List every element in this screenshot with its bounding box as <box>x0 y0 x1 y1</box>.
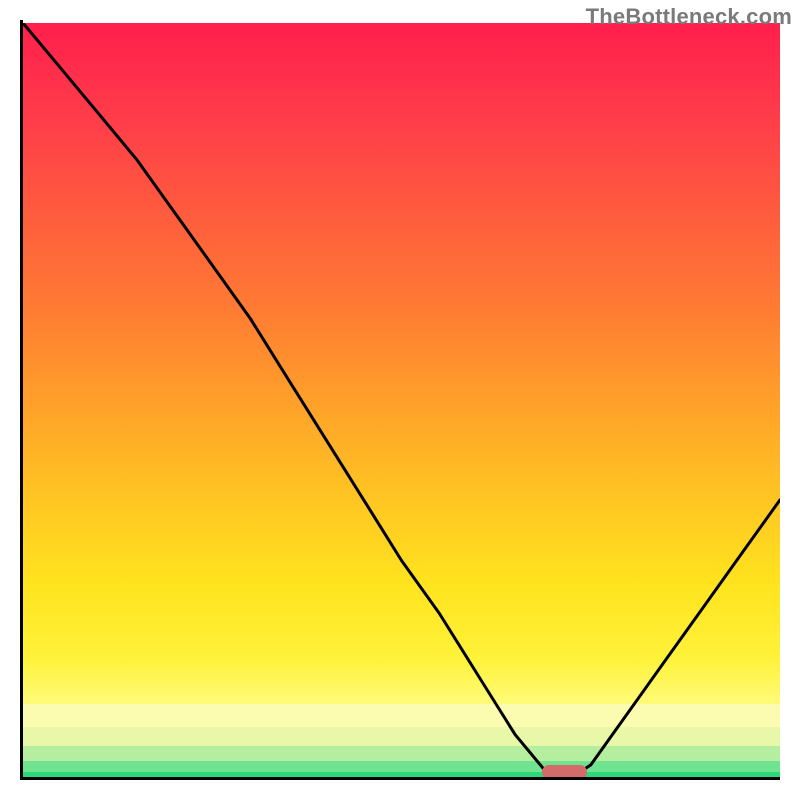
watermark-text: TheBottleneck.com <box>586 4 792 30</box>
x-axis-line <box>20 777 780 780</box>
bottleneck-curve <box>23 23 780 780</box>
y-axis-line <box>20 20 23 780</box>
plot-area <box>23 23 780 780</box>
